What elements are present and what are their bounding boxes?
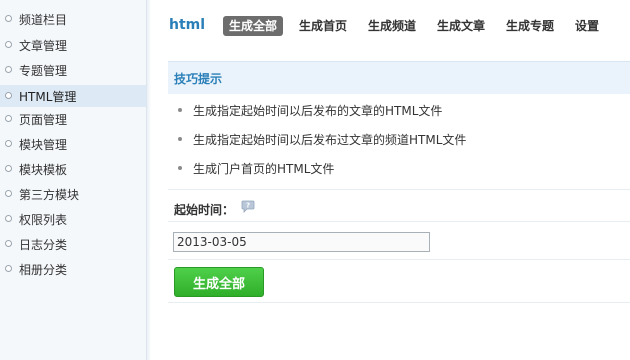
sidebar-item-permissions[interactable]: 权限列表 xyxy=(0,208,146,230)
sidebar-item-label: 模块管理 xyxy=(19,137,68,152)
sidebar-item-label: 页面管理 xyxy=(19,112,68,127)
bullet-icon xyxy=(5,190,12,197)
bullet-icon xyxy=(5,240,12,247)
sidebar: 频道栏目 文章管理 专题管理 HTML管理 页面管理 模块管理 模块模板 第三方… xyxy=(0,0,151,360)
sidebar-item-html[interactable]: HTML管理 xyxy=(0,85,146,107)
tab-generate-all[interactable]: 生成全部 xyxy=(223,16,284,36)
bullet-icon xyxy=(5,15,12,22)
bullet-icon xyxy=(178,108,182,112)
page-title: html xyxy=(169,17,206,33)
sidebar-item-articles[interactable]: 文章管理 xyxy=(0,34,146,56)
start-date-input[interactable] xyxy=(173,232,430,252)
generate-all-button[interactable]: 生成全部 xyxy=(174,267,264,297)
sidebar-item-label: 频道栏目 xyxy=(19,12,68,27)
bullet-icon xyxy=(178,166,182,170)
tab-generate-articles[interactable]: 生成文章 xyxy=(437,16,485,36)
bullet-icon xyxy=(5,215,12,222)
divider xyxy=(168,221,630,222)
sidebar-item-third-party-modules[interactable]: 第三方模块 xyxy=(0,183,146,205)
tab-generate-home[interactable]: 生成首页 xyxy=(299,16,347,36)
sidebar-item-label: 相册分类 xyxy=(19,262,68,277)
tip-text: 生成指定起始时间以后发布的文章的HTML文件 xyxy=(193,103,443,118)
sidebar-item-topics[interactable]: 专题管理 xyxy=(0,59,146,81)
tip-item: 生成指定起始时间以后发布过文章的频道HTML文件 xyxy=(178,131,466,147)
tip-text: 生成指定起始时间以后发布过文章的频道HTML文件 xyxy=(193,132,467,147)
tab-settings[interactable]: 设置 xyxy=(575,16,599,36)
divider xyxy=(168,259,630,260)
tip-item: 生成门户首页的HTML文件 xyxy=(178,160,334,176)
tip-item: 生成指定起始时间以后发布的文章的HTML文件 xyxy=(178,102,442,118)
sidebar-item-module-templates[interactable]: 模块模板 xyxy=(0,158,146,180)
bullet-icon xyxy=(5,115,12,122)
sidebar-item-log-categories[interactable]: 日志分类 xyxy=(0,233,146,255)
sidebar-item-label: 专题管理 xyxy=(19,63,68,78)
sidebar-item-label: HTML管理 xyxy=(19,89,77,104)
tips-title: 技巧提示 xyxy=(174,72,223,86)
divider xyxy=(168,189,630,190)
tip-text: 生成门户首页的HTML文件 xyxy=(193,161,335,176)
bullet-icon xyxy=(5,41,12,48)
bullet-icon xyxy=(5,66,12,73)
sidebar-item-album-categories[interactable]: 相册分类 xyxy=(0,258,146,280)
sidebar-item-channels[interactable]: 频道栏目 xyxy=(0,8,146,30)
sidebar-item-modules[interactable]: 模块管理 xyxy=(0,133,146,155)
sidebar-item-label: 权限列表 xyxy=(19,212,68,227)
divider xyxy=(168,302,630,303)
bullet-icon xyxy=(5,140,12,147)
tips-header: 技巧提示 xyxy=(168,61,630,94)
bullet-icon xyxy=(178,137,182,141)
header: html 生成全部 生成首页 生成频道 生成文章 生成专题 设置 xyxy=(147,0,630,52)
start-time-label: 起始时间： xyxy=(174,203,235,217)
bullet-icon xyxy=(5,265,12,272)
sidebar-item-pages[interactable]: 页面管理 xyxy=(0,108,146,130)
help-bubble-icon[interactable]: ? xyxy=(241,200,255,213)
sidebar-item-label: 日志分类 xyxy=(19,237,68,252)
bullet-icon xyxy=(5,92,12,99)
sidebar-item-label: 文章管理 xyxy=(19,38,68,53)
tab-generate-topics[interactable]: 生成专题 xyxy=(506,16,554,36)
bullet-icon xyxy=(5,165,12,172)
svg-text:?: ? xyxy=(246,202,250,210)
sidebar-item-label: 第三方模块 xyxy=(19,187,80,202)
tab-generate-channels[interactable]: 生成频道 xyxy=(368,16,416,36)
sidebar-item-label: 模块模板 xyxy=(19,162,68,177)
